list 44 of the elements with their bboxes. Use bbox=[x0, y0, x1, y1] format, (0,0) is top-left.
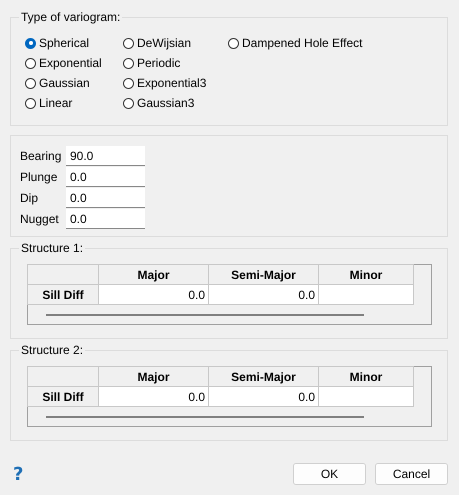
input-field[interactable]: 0.0 bbox=[66, 209, 145, 229]
column-header[interactable]: Major bbox=[98, 366, 208, 386]
radio-icon[interactable] bbox=[123, 98, 134, 108]
radio-option[interactable]: DeWijsian bbox=[123, 33, 228, 53]
scrollbar-thumb[interactable] bbox=[46, 314, 364, 316]
radio-option[interactable]: Dampened Hole Effect bbox=[228, 33, 363, 53]
table-cell[interactable]: 0.0 bbox=[98, 386, 208, 406]
dialog-button[interactable]: OK bbox=[293, 463, 366, 485]
radio-icon[interactable] bbox=[25, 98, 36, 108]
input-field[interactable]: 0.0 bbox=[66, 188, 145, 208]
column-header[interactable]: Major bbox=[98, 264, 208, 284]
radio-option[interactable]: Exponential bbox=[25, 53, 123, 73]
radio-option[interactable]: Exponential3 bbox=[123, 73, 228, 93]
field-label: Bearing bbox=[20, 149, 62, 163]
table-cell[interactable]: 0.0 bbox=[208, 386, 318, 406]
input-field[interactable]: 0.0 bbox=[66, 167, 145, 187]
column-header[interactable]: Minor bbox=[318, 264, 414, 284]
radio-icon[interactable] bbox=[123, 58, 134, 68]
table-cell[interactable]: 0.0 bbox=[208, 284, 318, 304]
scrollbar-thumb[interactable] bbox=[46, 416, 364, 418]
column-header[interactable]: Minor bbox=[318, 366, 414, 386]
radio-icon[interactable] bbox=[25, 58, 36, 68]
column-header[interactable]: Semi-Major bbox=[208, 366, 318, 386]
radio-icon[interactable] bbox=[123, 38, 134, 48]
radio-option[interactable]: Gaussian bbox=[25, 73, 123, 93]
radio-option[interactable]: Spherical bbox=[25, 33, 123, 53]
radio-option[interactable]: Periodic bbox=[123, 53, 228, 73]
field-label: Nugget bbox=[20, 212, 60, 226]
help-icon[interactable]: ? bbox=[13, 464, 24, 484]
field-label: Dip bbox=[20, 191, 40, 205]
radio-icon[interactable] bbox=[228, 38, 239, 48]
radio-icon[interactable] bbox=[123, 78, 134, 88]
radio-option[interactable]: Linear bbox=[25, 93, 123, 113]
row-header[interactable]: Sill Diff bbox=[28, 284, 98, 304]
row-header[interactable]: Sill Diff bbox=[28, 386, 98, 406]
group-title: Type of variogram: bbox=[19, 10, 122, 25]
table-cell[interactable]: 0.0 bbox=[98, 284, 208, 304]
field-label: Plunge bbox=[20, 170, 58, 184]
input-field[interactable]: 90.0 bbox=[66, 146, 145, 166]
column-header[interactable]: Semi-Major bbox=[208, 264, 318, 284]
dialog-button[interactable]: Cancel bbox=[375, 463, 448, 485]
radio-icon[interactable] bbox=[25, 78, 36, 88]
radio-option[interactable]: Gaussian3 bbox=[123, 93, 228, 113]
radio-icon[interactable] bbox=[25, 38, 36, 48]
